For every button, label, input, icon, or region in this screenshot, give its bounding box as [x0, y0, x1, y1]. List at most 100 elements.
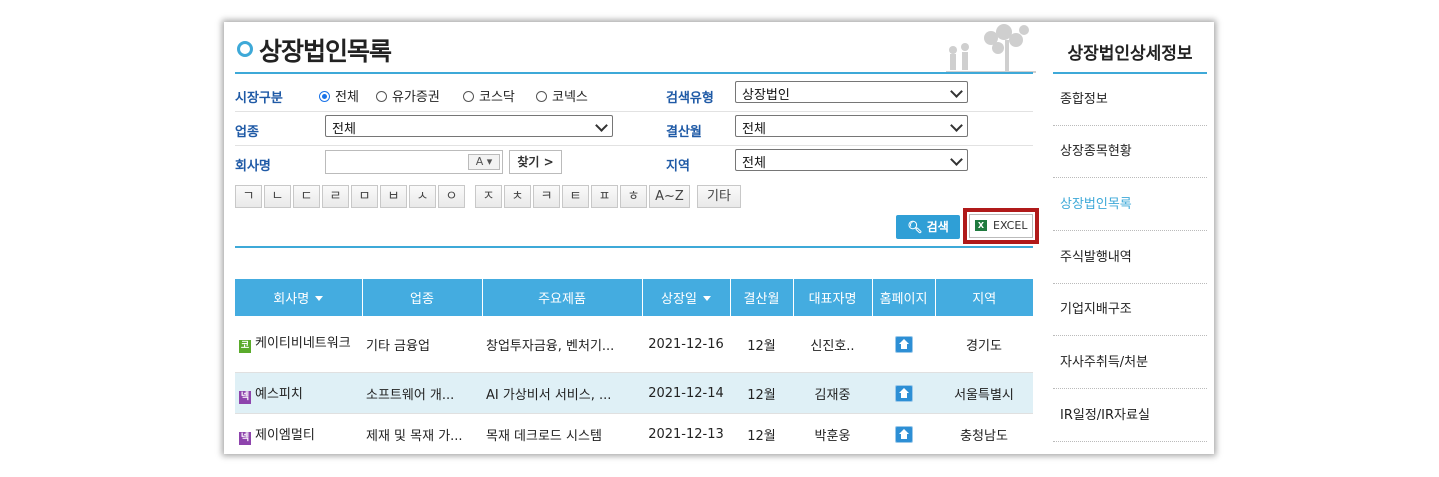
- settle-month-select[interactable]: 전체: [735, 115, 968, 137]
- consonant-button[interactable]: 기타: [697, 185, 741, 208]
- title-circle-icon: [237, 41, 253, 57]
- home-icon[interactable]: [894, 335, 913, 353]
- main-content: 상장법인목록 시장구분 전체 유가증권 코스닥 코넥스 검색유형 상장법인 업종: [224, 22, 1039, 454]
- select-value: 전체: [742, 122, 766, 137]
- market-radio-all[interactable]: 전체: [319, 86, 359, 105]
- home-icon[interactable]: [894, 384, 913, 402]
- header-label: 상장일: [661, 292, 697, 307]
- consonant-button[interactable]: ㅋ: [533, 185, 560, 208]
- market-radio-kospi[interactable]: 유가증권: [376, 86, 440, 105]
- excel-label: EXCEL: [993, 219, 1028, 232]
- consonant-button[interactable]: ㄴ: [264, 185, 291, 208]
- col-header-company[interactable]: 회사명: [235, 279, 363, 316]
- home-icon[interactable]: [894, 425, 913, 443]
- listed-cell: 2021-12-14: [642, 372, 730, 414]
- market-radio-kosdaq[interactable]: 코스닥: [463, 86, 515, 105]
- radio-label: 유가증권: [392, 90, 440, 105]
- col-header-homepage: 홈페이지: [872, 279, 936, 316]
- section-divider: [235, 246, 1033, 248]
- consonant-button[interactable]: ㅎ: [620, 185, 647, 208]
- consonant-button[interactable]: ㅇ: [438, 185, 465, 208]
- col-header-region: 지역: [935, 279, 1033, 316]
- sidebar: 상장법인상세정보 종합정보 상장종목현황 상장법인목록 주식발행내역 기업지배구…: [1053, 22, 1214, 454]
- chevron-down-icon: [950, 153, 963, 166]
- header-label: 회사명: [273, 292, 310, 307]
- ceo-cell: 박훈웅: [793, 413, 872, 454]
- sidebar-item-governance[interactable]: 기업지배구조: [1053, 284, 1207, 336]
- company-table: 회사명 업종 주요제품 상장일 결산월 대표자명 홈페이지 지역 코 케이티비네트…: [235, 279, 1033, 454]
- chevron-down-icon: [595, 119, 608, 132]
- industry-cell: 소프트웨어 개...: [362, 372, 482, 414]
- company-cell[interactable]: 코 케이티비네트워크: [235, 316, 362, 373]
- select-value: 전체: [742, 156, 766, 171]
- sidebar-item-ir[interactable]: IR일정/IR자료실: [1053, 390, 1207, 442]
- radio-dot-icon: [319, 91, 330, 102]
- market-badge: 코: [239, 340, 251, 353]
- consonant-button[interactable]: ㄱ: [235, 185, 262, 208]
- region-cell: 충청남도: [935, 413, 1033, 454]
- settle-cell: 12월: [730, 316, 793, 373]
- sidebar-item-treasury-stock[interactable]: 자사주취득/처분: [1053, 337, 1207, 389]
- ak-label: A: [475, 155, 484, 168]
- sidebar-item-stock-issuance[interactable]: 주식발행내역: [1053, 232, 1207, 284]
- consonant-button[interactable]: ㅌ: [562, 185, 589, 208]
- sidebar-item-summary[interactable]: 종합정보: [1053, 74, 1207, 126]
- company-cell[interactable]: 넥 예스피치: [235, 372, 362, 414]
- radio-label: 전체: [335, 90, 359, 105]
- settle-cell: 12월: [730, 413, 793, 454]
- ceo-cell: 김재중: [793, 372, 872, 414]
- region-select[interactable]: 전체: [735, 149, 968, 171]
- company-name: 케이티비네트워크: [255, 336, 351, 351]
- consonant-button[interactable]: ㅅ: [409, 185, 436, 208]
- consonant-button[interactable]: ㄹ: [322, 185, 349, 208]
- select-value: 전체: [332, 122, 356, 137]
- region-cell: 서울특별시: [935, 372, 1033, 414]
- consonant-button[interactable]: ㅁ: [351, 185, 378, 208]
- consonant-button[interactable]: ㅂ: [380, 185, 407, 208]
- consonant-button[interactable]: ㅈ: [475, 185, 502, 208]
- radio-label: 코넥스: [552, 90, 588, 105]
- consonant-button[interactable]: ㅊ: [504, 185, 531, 208]
- search-label: 검색: [926, 220, 949, 234]
- industry-label: 업종: [235, 125, 259, 140]
- company-label: 회사명: [235, 159, 271, 174]
- region-label: 지역: [666, 159, 690, 174]
- consonant-button[interactable]: ㄷ: [293, 185, 320, 208]
- table-row: 넥 예스피치 소프트웨어 개... AI 가상비서 서비스, ... 2021-1…: [235, 372, 1033, 414]
- filter-row-market: 시장구분 전체 유가증권 코스닥 코넥스 검색유형 상장법인: [235, 77, 1033, 112]
- select-value: 상장법인: [742, 88, 790, 103]
- search-button[interactable]: 🔍︎ 검색: [896, 215, 960, 239]
- company-name: 제이엠멀티: [255, 427, 315, 443]
- sort-down-icon: [702, 296, 711, 301]
- table-header-row: 회사명 업종 주요제품 상장일 결산월 대표자명 홈페이지 지역: [235, 279, 1033, 316]
- region-cell: 경기도: [935, 316, 1033, 373]
- company-cell[interactable]: 넥 제이엠멀티: [235, 413, 362, 454]
- autocomplete-toggle[interactable]: A ▾: [468, 154, 500, 170]
- industry-select[interactable]: 전체: [325, 115, 613, 137]
- table-row: 넥 제이엠멀티 제재 및 목재 가... 목재 데크로드 시스템 2021-12-…: [235, 413, 1033, 454]
- sidebar-item-listed-stocks[interactable]: 상장종목현황: [1053, 126, 1207, 178]
- radio-dot-icon: [536, 91, 547, 102]
- company-input[interactable]: A ▾: [325, 150, 503, 174]
- homepage-cell: [872, 372, 935, 414]
- excel-button[interactable]: X EXCEL: [969, 214, 1033, 238]
- consonant-button[interactable]: A~Z: [649, 185, 690, 208]
- product-cell: AI 가상비서 서비스, ...: [482, 372, 642, 414]
- chevron-down-icon: [950, 85, 963, 98]
- title-underline: [235, 72, 1033, 74]
- search-type-select[interactable]: 상장법인: [735, 81, 968, 103]
- find-button[interactable]: 찾기 >: [509, 150, 562, 174]
- col-header-industry: 업종: [362, 279, 483, 316]
- radio-label: 코스닥: [479, 90, 515, 105]
- market-radio-konex[interactable]: 코넥스: [536, 86, 588, 105]
- market-badge: 넥: [239, 431, 251, 445]
- product-cell: 목재 데크로드 시스템: [482, 413, 642, 454]
- listed-cell: 2021-12-16: [642, 316, 730, 373]
- sidebar-item-listed-companies[interactable]: 상장법인목록: [1053, 179, 1207, 231]
- ceo-cell: 신진호..: [793, 316, 872, 373]
- col-header-settle: 결산월: [730, 279, 794, 316]
- settle-month-label: 결산월: [666, 125, 702, 140]
- col-header-listed[interactable]: 상장일: [642, 279, 731, 316]
- listed-cell: 2021-12-13: [642, 413, 730, 454]
- consonant-button[interactable]: ㅍ: [591, 185, 618, 208]
